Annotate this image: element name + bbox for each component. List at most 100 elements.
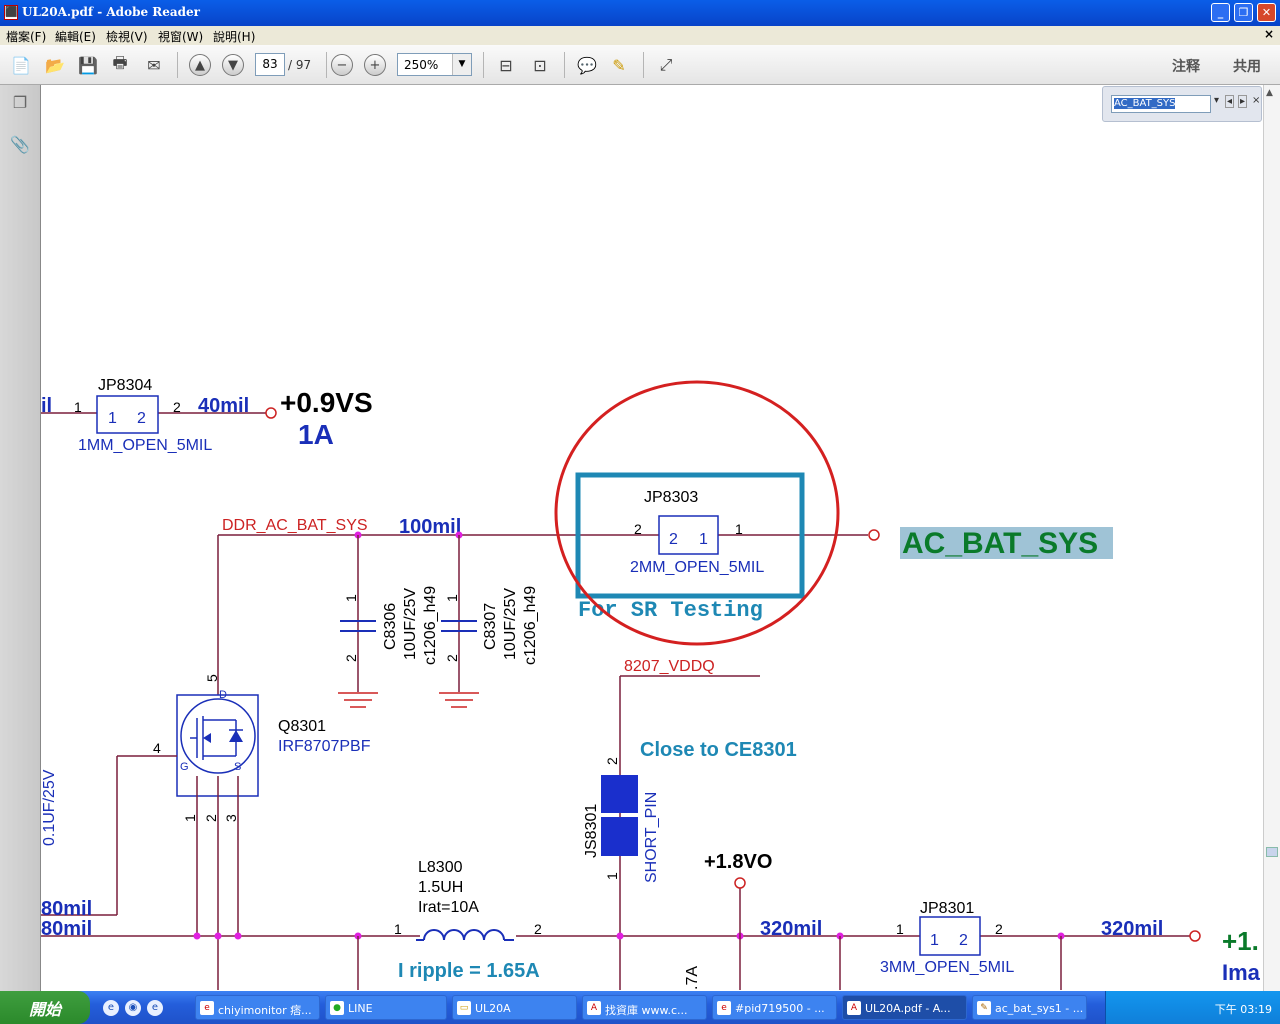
c8307-pin1: 1 [444, 594, 460, 602]
email-icon[interactable]: ✉ [142, 53, 166, 77]
ie-icon[interactable]: e [103, 1000, 119, 1016]
find-toolbar: AC_BAT_SYS ▾ ◂ ▸ × [1102, 86, 1262, 122]
folder-icon: ▭ [457, 1001, 471, 1015]
net-width-label: 80mil [41, 898, 92, 920]
q8301-pin-bottom: 3 [223, 814, 239, 822]
system-tray: 下午 03:19 [1105, 991, 1280, 1024]
ac-bat-sys-label: AC_BAT_SYS [902, 527, 1098, 560]
c8306-footprint: c1206_h49 [422, 586, 439, 665]
toolbar-divider [483, 52, 484, 78]
highlight-icon[interactable]: ✎ [607, 53, 631, 77]
l8300-ref: L8300 [418, 859, 463, 876]
zoom-value: 250% [404, 58, 439, 72]
toolbar-divider [564, 52, 565, 78]
scroll-up-icon[interactable]: ▲ [1266, 88, 1273, 98]
open-icon[interactable]: 📂 [43, 53, 67, 77]
task-item[interactable]: e chiyimonitor 痞... [195, 995, 320, 1020]
comment-icon[interactable]: 💬 [575, 53, 599, 77]
q8301-part: IRF8707PBF [278, 738, 371, 755]
c8306-ref: C8306 [382, 603, 399, 650]
pdf-icon: A [847, 1001, 861, 1015]
jp8301-body [919, 916, 981, 956]
previous-page-icon[interactable]: ▲ [189, 54, 211, 76]
task-item[interactable]: ✎ ac_bat_sys1 - ... [972, 995, 1087, 1020]
menu-edit[interactable]: 編輯(E) [55, 28, 96, 45]
c8307-pin2: 2 [444, 654, 460, 662]
jp8303-pin: 2 [669, 531, 678, 548]
zoom-select[interactable]: 250% ▼ [397, 53, 472, 76]
menu-window[interactable]: 視窗(W) [158, 28, 203, 45]
page-number-input[interactable]: 83 [255, 53, 285, 76]
attachment-icon[interactable]: 📎 [8, 135, 32, 159]
c8306-value: 10UF/25V [402, 588, 419, 660]
task-item[interactable]: A 找資庫 www.c... [582, 995, 707, 1020]
document-close-icon[interactable]: × [1264, 27, 1274, 41]
task-item[interactable]: ▭ UL20A [452, 995, 577, 1020]
js8301-top [601, 775, 638, 813]
jp8303-pin-right: 1 [735, 521, 743, 537]
ddr-net-label: DDR_AC_BAT_SYS [222, 517, 368, 534]
close-icon[interactable]: × [1252, 95, 1260, 106]
toolbar-divider [326, 52, 327, 78]
document-view[interactable]: JP8304 1 2 1 2 1MM_OPEN_5MIL il 40mil +0… [41, 85, 1263, 991]
q8301-pin-d: D [219, 689, 227, 701]
menu-view[interactable]: 檢視(V) [106, 28, 148, 45]
toolbar-divider [177, 52, 178, 78]
menu-bar: 檔案(F) 編輯(E) 檢視(V) 視窗(W) 說明(H) × [0, 26, 1280, 45]
jp8301-ref: JP8301 [920, 900, 974, 917]
scroll-thumb[interactable] [1266, 847, 1278, 857]
restore-button[interactable]: ❐ [1234, 3, 1253, 22]
fit-page-icon[interactable]: ⊟ [494, 53, 518, 77]
c8307-footprint: c1206_h49 [522, 586, 539, 665]
comment-tab[interactable]: 注释 [1172, 56, 1200, 76]
jp8303-ref: JP8303 [644, 489, 698, 506]
save-icon[interactable]: 💾 [76, 53, 100, 77]
chrome-icon[interactable]: ◉ [125, 1000, 141, 1016]
task-item[interactable]: e #pid719500 - ... [712, 995, 837, 1020]
pdf-icon: A [587, 1001, 601, 1015]
browser-icon[interactable]: e [147, 1000, 163, 1016]
window-title: UL20A.pdf - Adobe Reader [22, 5, 201, 19]
fit-width-icon[interactable]: ⊡ [528, 53, 552, 77]
find-previous-icon[interactable]: ◂ [1225, 95, 1235, 108]
chevron-down-icon[interactable]: ▼ [452, 54, 471, 75]
full-screen-icon[interactable]: ⤢ [654, 53, 678, 77]
paint-icon: ✎ [977, 1001, 991, 1015]
q8301-ref: Q8301 [278, 718, 326, 735]
line-icon: ● [330, 1001, 344, 1015]
toolbar: 📄 📂 💾 🖶 ✉ ▲ ▼ − + ⊟ ⊡ 💬 ✎ ⤢ [0, 45, 1280, 85]
l8300-pin: 2 [534, 921, 542, 937]
vertical-scrollbar[interactable]: ▲ [1263, 85, 1280, 991]
jp8304-pin-right: 2 [173, 399, 181, 415]
zoom-out-icon[interactable]: − [331, 54, 353, 76]
schematic: JP8304 1 2 1 2 1MM_OPEN_5MIL il 40mil +0… [41, 377, 1261, 990]
share-tab[interactable]: 共用 [1233, 56, 1261, 76]
c8307-ref: C8307 [482, 603, 499, 650]
minimize-button[interactable]: _ [1211, 3, 1230, 22]
js8301-pin: 2 [604, 757, 620, 765]
find-input[interactable]: AC_BAT_SYS [1111, 95, 1211, 113]
jp8304-pin: 1 [108, 410, 117, 427]
start-button[interactable]: 開始 [0, 991, 90, 1024]
pages-icon[interactable]: ❐ [8, 93, 32, 117]
find-next-icon[interactable]: ▸ [1238, 95, 1248, 108]
chevron-down-icon[interactable]: ▾ [1214, 95, 1219, 106]
zoom-in-icon[interactable]: + [364, 54, 386, 76]
js8301-pin: 1 [604, 872, 620, 880]
print-icon[interactable]: 🖶 [108, 53, 132, 77]
jp8303-package: 2MM_OPEN_5MIL [630, 559, 764, 576]
next-page-icon[interactable]: ▼ [222, 54, 244, 76]
js8301-type: SHORT_PIN [643, 792, 660, 883]
c8306-pin2: 2 [343, 654, 359, 662]
menu-help[interactable]: 說明(H) [213, 28, 255, 45]
rail-label: +1.8VO [704, 851, 772, 873]
c8307-value: 10UF/25V [502, 588, 519, 660]
task-item-active[interactable]: A UL20A.pdf - A... [842, 995, 967, 1020]
create-pdf-icon[interactable]: 📄 [9, 53, 33, 77]
jp8301-package: 3MM_OPEN_5MIL [880, 959, 1014, 976]
menu-file[interactable]: 檔案(F) [6, 28, 46, 45]
close-button[interactable]: ✕ [1257, 3, 1276, 22]
c8306-pin1: 1 [343, 594, 359, 602]
task-item[interactable]: ● LINE [325, 995, 447, 1020]
ie-icon: e [717, 1001, 731, 1015]
